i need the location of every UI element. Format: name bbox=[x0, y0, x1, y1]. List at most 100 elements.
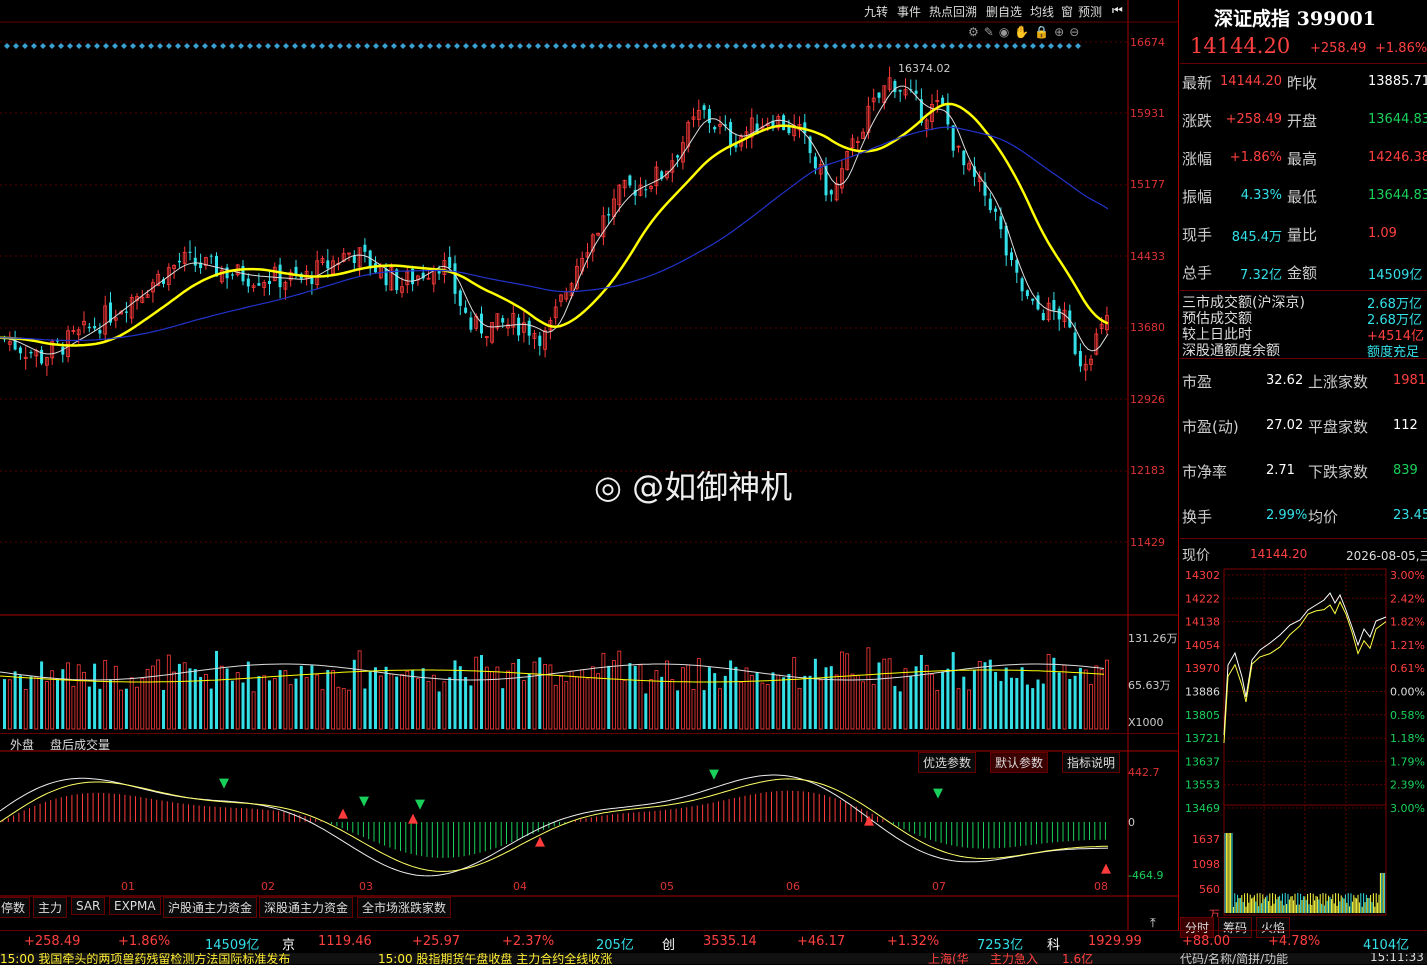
candle-down bbox=[18, 347, 22, 354]
tab-indicator[interactable]: 主力 bbox=[33, 897, 68, 918]
event-marker bbox=[292, 43, 298, 49]
volume-bar bbox=[654, 670, 659, 730]
volume-bar bbox=[464, 677, 468, 729]
volume-bar bbox=[808, 675, 812, 729]
event-marker bbox=[382, 43, 388, 49]
kline-chart[interactable]: ▼▼ ▼▼▼▲ ▲▲▲▲ bbox=[0, 0, 1178, 930]
volume-bar bbox=[145, 669, 150, 730]
y-tick: 12926 bbox=[1130, 393, 1165, 406]
volume-bar bbox=[855, 675, 860, 730]
volume-bar bbox=[935, 690, 940, 730]
volume-bar bbox=[310, 665, 314, 729]
candle-down bbox=[177, 260, 181, 263]
intraday-label: 现价 bbox=[1182, 548, 1210, 564]
event-marker bbox=[994, 43, 1000, 49]
volume-bar bbox=[1004, 667, 1008, 729]
volume-bar bbox=[23, 689, 28, 730]
volume-bar bbox=[469, 685, 473, 729]
volume-bar bbox=[612, 660, 616, 730]
intraday-pct-tick: 3.00% bbox=[1390, 569, 1425, 582]
event-marker bbox=[1012, 43, 1018, 49]
volume-bar bbox=[506, 670, 510, 730]
event-marker bbox=[967, 43, 973, 49]
volume-bar bbox=[203, 674, 208, 730]
tab-indicator[interactable]: SAR bbox=[71, 897, 106, 915]
indicator-help-button[interactable]: 指标说明 bbox=[1062, 752, 1121, 773]
price-change-pct: +1.86% bbox=[1375, 41, 1427, 56]
volume-bar bbox=[681, 667, 685, 730]
candle-down bbox=[453, 263, 457, 294]
volume-bar bbox=[315, 674, 320, 730]
tab-outer-volume[interactable]: 外盘 bbox=[10, 736, 34, 753]
candle-down bbox=[458, 290, 462, 306]
kline-panel[interactable]: 九转 事件 热点回溯 删自选 均线 窗 预测 ⏮ ⚙✎◉✋🔒⊕⊖ ▼ ▼ ▼ ▼ ▼ ▲ ▲… bbox=[0, 0, 1179, 931]
event-marker bbox=[310, 43, 316, 49]
intraday-chart[interactable]: 14302 14222 14138 14054 13970 13886 13805 13721… bbox=[1180, 565, 1427, 917]
volume-bar bbox=[898, 691, 902, 729]
ticker-region: 上海(华 bbox=[928, 953, 969, 964]
candle-down bbox=[898, 89, 902, 92]
volume-bar bbox=[405, 670, 410, 730]
optimal-params-button[interactable]: 优选参数 bbox=[918, 752, 977, 773]
volume-bar bbox=[480, 655, 483, 729]
volume-bar bbox=[1099, 669, 1104, 730]
event-marker bbox=[499, 43, 505, 49]
event-marker bbox=[859, 43, 865, 49]
candle-down bbox=[941, 97, 945, 105]
vol-y-tick: 131.26万 bbox=[1128, 632, 1178, 645]
news-ticker[interactable]: 15:00 我国牵头的两项兽药残留检测方法国际标准发布 15:00 股指期货午盘… bbox=[0, 953, 1427, 964]
volume-bar bbox=[225, 668, 229, 729]
event-marker bbox=[40, 43, 46, 49]
tab-indicator[interactable]: 全市场涨跌家数 bbox=[357, 897, 452, 918]
event-marker bbox=[238, 43, 244, 49]
volume-bar bbox=[288, 684, 293, 730]
volume-bar bbox=[532, 661, 537, 730]
volume-bar bbox=[278, 670, 282, 729]
volume-bar bbox=[580, 669, 585, 730]
volume-bar bbox=[1010, 677, 1013, 729]
news-item[interactable]: 15:00 我国牵头的两项兽药残留检测方法国际标准发布 bbox=[0, 953, 290, 964]
volume-bar bbox=[1089, 684, 1093, 730]
event-marker bbox=[49, 43, 55, 49]
volume-bar bbox=[718, 688, 722, 730]
quote-value: 13644.83 bbox=[1368, 112, 1427, 127]
candle-down bbox=[1057, 308, 1061, 320]
candle-down bbox=[702, 105, 706, 110]
volume-bar bbox=[113, 665, 118, 730]
scroll-top-icon[interactable]: ⤒ bbox=[1150, 916, 1156, 931]
search-input[interactable]: 代码/名称/简拼/功能 bbox=[1180, 953, 1288, 964]
volume-bar bbox=[193, 669, 197, 729]
default-params-button[interactable]: 默认参数 bbox=[990, 752, 1049, 773]
ticker-amount: 1.6亿 bbox=[1062, 953, 1094, 964]
intraday-pct-tick: 2.42% bbox=[1390, 592, 1425, 605]
volume-bar bbox=[871, 684, 876, 730]
volume-bar bbox=[1041, 683, 1045, 729]
intraday-pct-tick: 0.58% bbox=[1390, 709, 1425, 722]
tab-after-hours-volume[interactable]: 盘后成交量 bbox=[50, 736, 110, 753]
signal-arrow: ▲ bbox=[864, 813, 874, 828]
status-value: 4104亿 bbox=[1363, 938, 1410, 953]
status-value: 1119.46 bbox=[318, 934, 372, 949]
event-marker bbox=[724, 43, 730, 49]
quote-value: 14246.38 bbox=[1368, 150, 1427, 165]
volume-bar bbox=[336, 686, 341, 730]
volume-bar bbox=[162, 689, 165, 729]
volume-bar bbox=[538, 657, 542, 729]
news-item[interactable]: 15:00 股指期货午盘收盘 主力合约全线收涨 bbox=[378, 953, 612, 964]
event-marker bbox=[517, 43, 523, 49]
event-marker bbox=[193, 43, 199, 49]
event-marker bbox=[490, 43, 496, 49]
event-marker bbox=[562, 43, 568, 49]
event-marker bbox=[139, 43, 145, 49]
tab-indicator[interactable]: 停数 bbox=[0, 897, 31, 918]
ind-y-tick: 442.7 bbox=[1128, 766, 1160, 779]
tab-indicator[interactable]: EXPMA bbox=[109, 897, 161, 915]
candle-down bbox=[1073, 332, 1077, 355]
tab-indicator[interactable]: 深股通主力资金 bbox=[259, 897, 354, 918]
status-value: +1.86% bbox=[118, 934, 171, 949]
tab-indicator[interactable]: 沪股通主力资金 bbox=[163, 897, 258, 918]
month-label: 07 bbox=[932, 880, 946, 893]
volume-bar bbox=[378, 675, 383, 730]
volume-bar bbox=[994, 672, 998, 729]
volume-tabs: 外盘 盘后成交量 bbox=[0, 733, 1178, 752]
